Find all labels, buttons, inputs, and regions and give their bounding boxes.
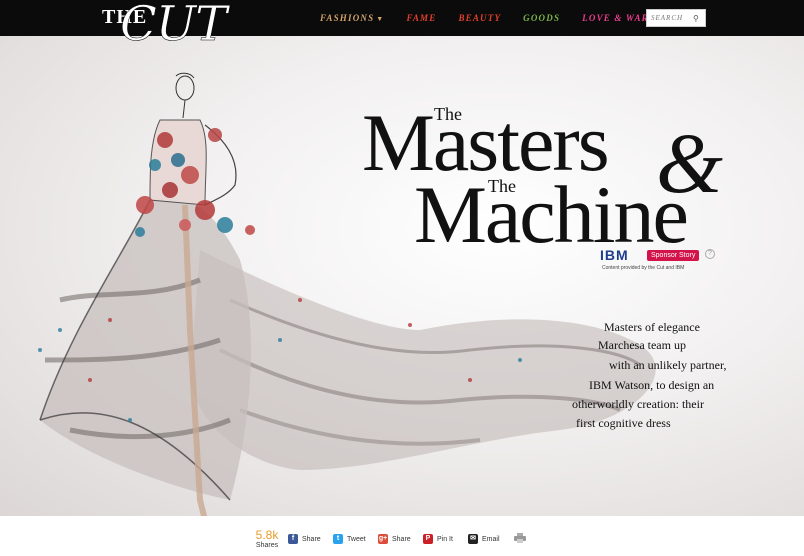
pinterest-share-button[interactable]: P Pin It [423,533,453,545]
blurb-line: Marchesa team up [598,338,686,352]
blurb-line: first cognitive dress [576,416,671,430]
google-plus-share-label: Share [392,535,411,543]
facebook-share-label: Share [302,535,321,543]
hero-banner[interactable]: The Masters & The Machine IBM Sponsor St… [0,36,804,516]
email-icon: ✉ [468,534,478,544]
nav-goods[interactable]: GOODS [523,13,560,23]
blurb-line: IBM Watson, to design an [589,378,715,392]
facebook-share-button[interactable]: f Share [288,533,321,545]
search-icon[interactable]: ⚲ [693,14,699,23]
google-plus-share-button[interactable]: g+ Share [378,533,411,545]
pinterest-share-label: Pin It [437,535,453,543]
logo-cut: CUT [120,0,228,52]
blurb-line: with an unlikely partner, [609,358,727,372]
ibm-logo: IBM [600,247,629,263]
share-count-number: 5.8k [255,528,279,542]
blurb-line: Masters of elegance [604,320,700,334]
share-count: 5.8k Shares [252,528,282,549]
chevron-down-icon: ▼ [376,15,385,23]
provided-by-text: Content provided by the Cut and IBM [602,265,685,271]
title-machine: Machine [414,169,689,260]
search-input[interactable] [647,11,693,25]
nav-fame[interactable]: FAME [406,13,436,23]
share-bar: 5.8k Shares f Share t Tweet g+ Share P P… [0,516,804,556]
pinterest-icon: P [423,534,433,544]
nav-fashions-label: FASHIONS [320,13,375,23]
main-nav: FASHIONS ▼ FAME BEAUTY GOODS LOVE & WAR [320,0,671,36]
sponsor-block: IBM Sponsor Story ? Content provided by … [600,247,760,275]
nav-beauty[interactable]: BEAUTY [458,13,501,23]
twitter-share-button[interactable]: t Tweet [333,533,366,545]
print-icon[interactable] [514,533,526,543]
share-count-label: Shares [255,542,279,549]
help-icon[interactable]: ? [705,249,715,259]
nav-fashions[interactable]: FASHIONS ▼ [320,13,384,23]
nav-love-war[interactable]: LOVE & WAR [582,13,649,23]
blurb-line: otherworldly creation: their [572,397,704,411]
email-share-button[interactable]: ✉ Email [468,533,500,545]
google-plus-icon: g+ [378,534,388,544]
sponsor-story-badge[interactable]: Sponsor Story [647,250,700,261]
twitter-share-label: Tweet [347,535,366,543]
email-share-label: Email [482,535,500,543]
search-box[interactable]: ⚲ [646,9,706,27]
twitter-icon: t [333,534,343,544]
facebook-icon: f [288,534,298,544]
the-cut-logo[interactable]: THE CUT [100,0,250,60]
